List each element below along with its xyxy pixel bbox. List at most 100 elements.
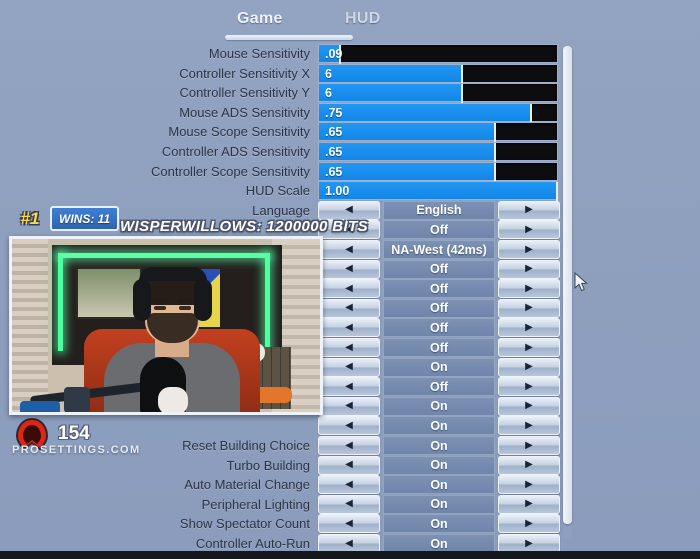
slider-value: .65 (325, 125, 343, 140)
stepper-next-button[interactable]: ▶ (498, 200, 560, 220)
setting-slider[interactable]: 1.00 (318, 181, 558, 202)
settings-scrollbar[interactable] (563, 46, 572, 538)
slider-handle[interactable] (494, 143, 497, 162)
setting-label: Controller Sensitivity X (179, 65, 310, 81)
slider-handle[interactable] (494, 162, 497, 182)
stepper-next-button[interactable]: ▶ (498, 357, 560, 377)
stepper-prev-button[interactable]: ◀ (318, 259, 380, 279)
stepper-next-button-glyph: ▶ (525, 380, 533, 392)
slider-value: .09 (325, 47, 343, 61)
stepper-value[interactable]: NA-West (42ms) (383, 240, 495, 259)
stepper-next-button[interactable]: ▶ (498, 416, 560, 436)
stepper-prev-button-glyph: ◀ (345, 439, 353, 451)
stepper-next-button[interactable]: ▶ (498, 396, 560, 416)
stepper-prev-button-glyph: ◀ (345, 243, 353, 255)
stepper-value[interactable]: On (383, 396, 495, 416)
stepper-value[interactable]: Off (383, 338, 495, 357)
tab-hud[interactable]: HUD (345, 10, 381, 28)
slider-value: .75 (325, 105, 343, 120)
setting-label: Turbo Building (226, 457, 310, 473)
slider-fill (319, 162, 496, 180)
stepper-next-button[interactable]: ▶ (498, 494, 560, 514)
stepper-prev-button[interactable]: ◀ (318, 377, 380, 397)
slider-handle[interactable] (494, 123, 497, 143)
slider-handle[interactable] (556, 182, 558, 202)
stepper-next-button[interactable]: ▶ (498, 220, 560, 240)
stepper-prev-button[interactable]: ◀ (318, 298, 380, 318)
stepper-prev-button[interactable]: ◀ (318, 475, 380, 495)
stepper-next-button[interactable]: ▶ (498, 455, 560, 475)
stepper-value[interactable]: Off (383, 377, 495, 397)
setting-slider[interactable]: .75 (318, 102, 558, 123)
stepper-prev-button[interactable]: ◀ (318, 200, 380, 220)
stepper-value[interactable]: On (383, 455, 495, 475)
streamer-eyebrow-left (151, 299, 168, 303)
setting-label: HUD Scale (245, 183, 310, 199)
slider-handle[interactable] (529, 103, 532, 123)
settings-row: Controller Scope Sensitivity .65 (0, 161, 700, 182)
tab-game[interactable]: Game (237, 10, 283, 28)
stepper-next-button-glyph: ▶ (525, 243, 533, 255)
stepper-next-button[interactable]: ▶ (498, 514, 560, 534)
stepper-value[interactable]: Off (383, 318, 495, 338)
slider-handle[interactable] (460, 64, 463, 84)
stepper-next-button[interactable]: ▶ (498, 279, 560, 299)
stepper-value[interactable]: Off (383, 259, 495, 279)
headset-earcup-left (133, 279, 151, 321)
scrollbar-thumb[interactable] (563, 46, 572, 524)
stepper-prev-button-glyph: ◀ (345, 517, 353, 529)
stepper-prev-button[interactable]: ◀ (318, 514, 380, 534)
stepper-next-button[interactable]: ▶ (498, 436, 560, 455)
stepper-value[interactable]: Off (383, 220, 495, 240)
slider-handle[interactable] (460, 84, 463, 104)
setting-slider[interactable]: .09 (318, 44, 558, 64)
stepper-next-button[interactable]: ▶ (498, 318, 560, 338)
setting-slider[interactable]: .65 (318, 142, 558, 162)
setting-label: Show Spectator Count (179, 516, 310, 532)
stepper-value[interactable]: On (383, 436, 495, 455)
slider-value: .65 (325, 164, 343, 179)
stepper-prev-button[interactable]: ◀ (318, 357, 380, 377)
stepper-prev-button-glyph: ◀ (345, 498, 353, 510)
settings-row: Peripheral Lighting ◀ On ▶ (0, 494, 700, 515)
stepper-next-button[interactable]: ▶ (498, 475, 560, 495)
streamer-eye-right (179, 306, 191, 310)
stepper-prev-button[interactable]: ◀ (318, 240, 380, 259)
wins-counter: WINS: 11 (50, 206, 120, 231)
setting-slider[interactable]: .65 (318, 161, 558, 182)
stepper-next-button[interactable]: ▶ (498, 259, 560, 279)
setting-slider[interactable]: 6 (318, 83, 558, 104)
stepper-prev-button[interactable]: ◀ (318, 455, 380, 475)
stepper-value[interactable]: On (383, 416, 495, 436)
stepper-next-button[interactable]: ▶ (498, 377, 560, 397)
setting-slider[interactable]: 6 (318, 63, 558, 84)
stepper-value[interactable]: Off (383, 298, 495, 318)
setting-label: Peripheral Lighting (201, 496, 310, 512)
setting-label: Controller Scope Sensitivity (151, 163, 310, 179)
screen-bottom-edge (0, 551, 700, 559)
slider-value: 6 (325, 86, 332, 101)
stepper-value[interactable]: On (383, 494, 495, 514)
stepper-prev-button[interactable]: ◀ (318, 494, 380, 514)
stepper-next-button[interactable]: ▶ (498, 338, 560, 357)
stepper-prev-button[interactable]: ◀ (318, 279, 380, 299)
stepper-prev-button[interactable]: ◀ (318, 318, 380, 338)
stepper-prev-button[interactable]: ◀ (318, 396, 380, 416)
stepper-next-button[interactable]: ▶ (498, 298, 560, 318)
stepper-next-button[interactable]: ▶ (498, 240, 560, 259)
stepper-next-button-glyph: ▶ (525, 282, 533, 294)
stepper-prev-button[interactable]: ◀ (318, 416, 380, 436)
setting-slider[interactable]: .65 (318, 122, 558, 143)
stepper-prev-button[interactable]: ◀ (318, 436, 380, 455)
stepper-prev-button[interactable]: ◀ (318, 338, 380, 357)
stepper-value[interactable]: English (383, 200, 495, 220)
settings-row: Controller Sensitivity X 6 (0, 63, 700, 84)
stepper-value[interactable]: On (383, 475, 495, 495)
stepper-value[interactable]: On (383, 514, 495, 534)
settings-row: Auto Material Change ◀ On ▶ (0, 475, 700, 495)
setting-label: Mouse ADS Sensitivity (179, 104, 310, 120)
slider-fill (319, 123, 496, 141)
stepper-value[interactable]: Off (383, 279, 495, 299)
stepper-value[interactable]: On (383, 357, 495, 377)
active-tab-underline (225, 35, 353, 40)
